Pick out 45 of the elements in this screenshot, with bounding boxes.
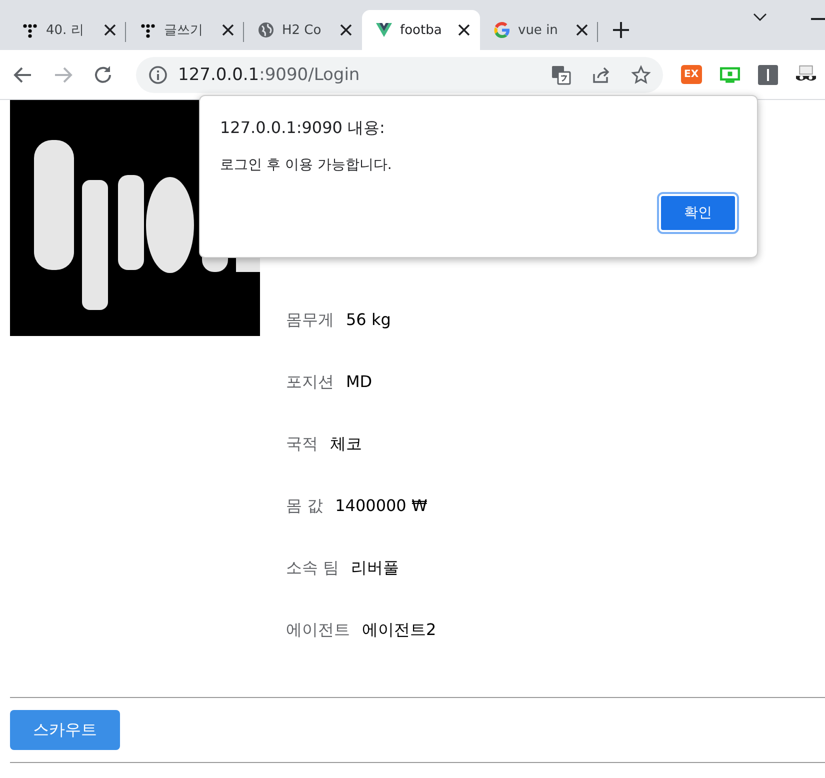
info-icon[interactable]: [148, 64, 168, 84]
dialog-message: 로그인 후 이용 가능합니다.: [220, 156, 393, 174]
close-icon[interactable]: [102, 22, 118, 38]
translate-icon[interactable]: [551, 64, 571, 84]
tab-title: H2 Co: [282, 22, 322, 38]
field-value: 56 kg: [346, 310, 391, 329]
address-bar[interactable]: 127.0.0.1:9090/Login: [136, 56, 663, 92]
g-logo-icon: [494, 22, 510, 38]
field-label: 몸 값: [286, 496, 324, 515]
browser-tab[interactable]: footba: [362, 10, 480, 50]
star-icon[interactable]: [631, 64, 651, 84]
v-logo-icon: [376, 22, 392, 38]
field-label: 몸무게: [286, 310, 334, 329]
field-value: MD: [346, 372, 372, 391]
tab-title: 40. 리: [46, 22, 85, 39]
tab-title: vue in: [518, 22, 559, 38]
tab-title: footba: [400, 22, 443, 38]
reload-icon[interactable]: [92, 64, 114, 86]
field-value: 리버풀: [351, 558, 400, 577]
field-value: 1400000 ₩: [335, 496, 428, 515]
dots-icon: [140, 22, 156, 38]
field-label: 포지션: [286, 372, 334, 391]
browser-tab[interactable]: 40. 리: [8, 10, 126, 50]
close-icon[interactable]: [456, 22, 472, 38]
field-value: 체코: [330, 434, 362, 453]
plus-icon[interactable]: [612, 21, 630, 39]
browser-tab[interactable]: vue in: [480, 10, 598, 50]
field-label: 소속 팀: [286, 558, 340, 577]
close-icon[interactable]: [220, 22, 236, 38]
share-icon[interactable]: [591, 64, 611, 84]
browser-tab[interactable]: H2 Co: [244, 10, 362, 50]
close-icon[interactable]: [338, 22, 354, 38]
globe-icon: [258, 22, 274, 38]
dialog-title: 127.0.0.1:9090 내용:: [220, 118, 386, 139]
field-value: 에이전트2: [362, 620, 436, 639]
chevron-icon[interactable]: [753, 12, 767, 22]
browser-tab[interactable]: 글쓰기: [126, 10, 244, 50]
extension-icon[interactable]: [758, 64, 778, 84]
dots-icon: [22, 22, 38, 38]
field-label: 국적: [286, 434, 318, 453]
ok-button[interactable]: 확인: [659, 194, 737, 232]
tab-title: 글쓰기: [164, 22, 204, 39]
url-text: 127.0.0.1:9090/Login: [178, 64, 361, 84]
field-label: 에이전트: [286, 620, 350, 639]
close-icon[interactable]: [574, 22, 590, 38]
